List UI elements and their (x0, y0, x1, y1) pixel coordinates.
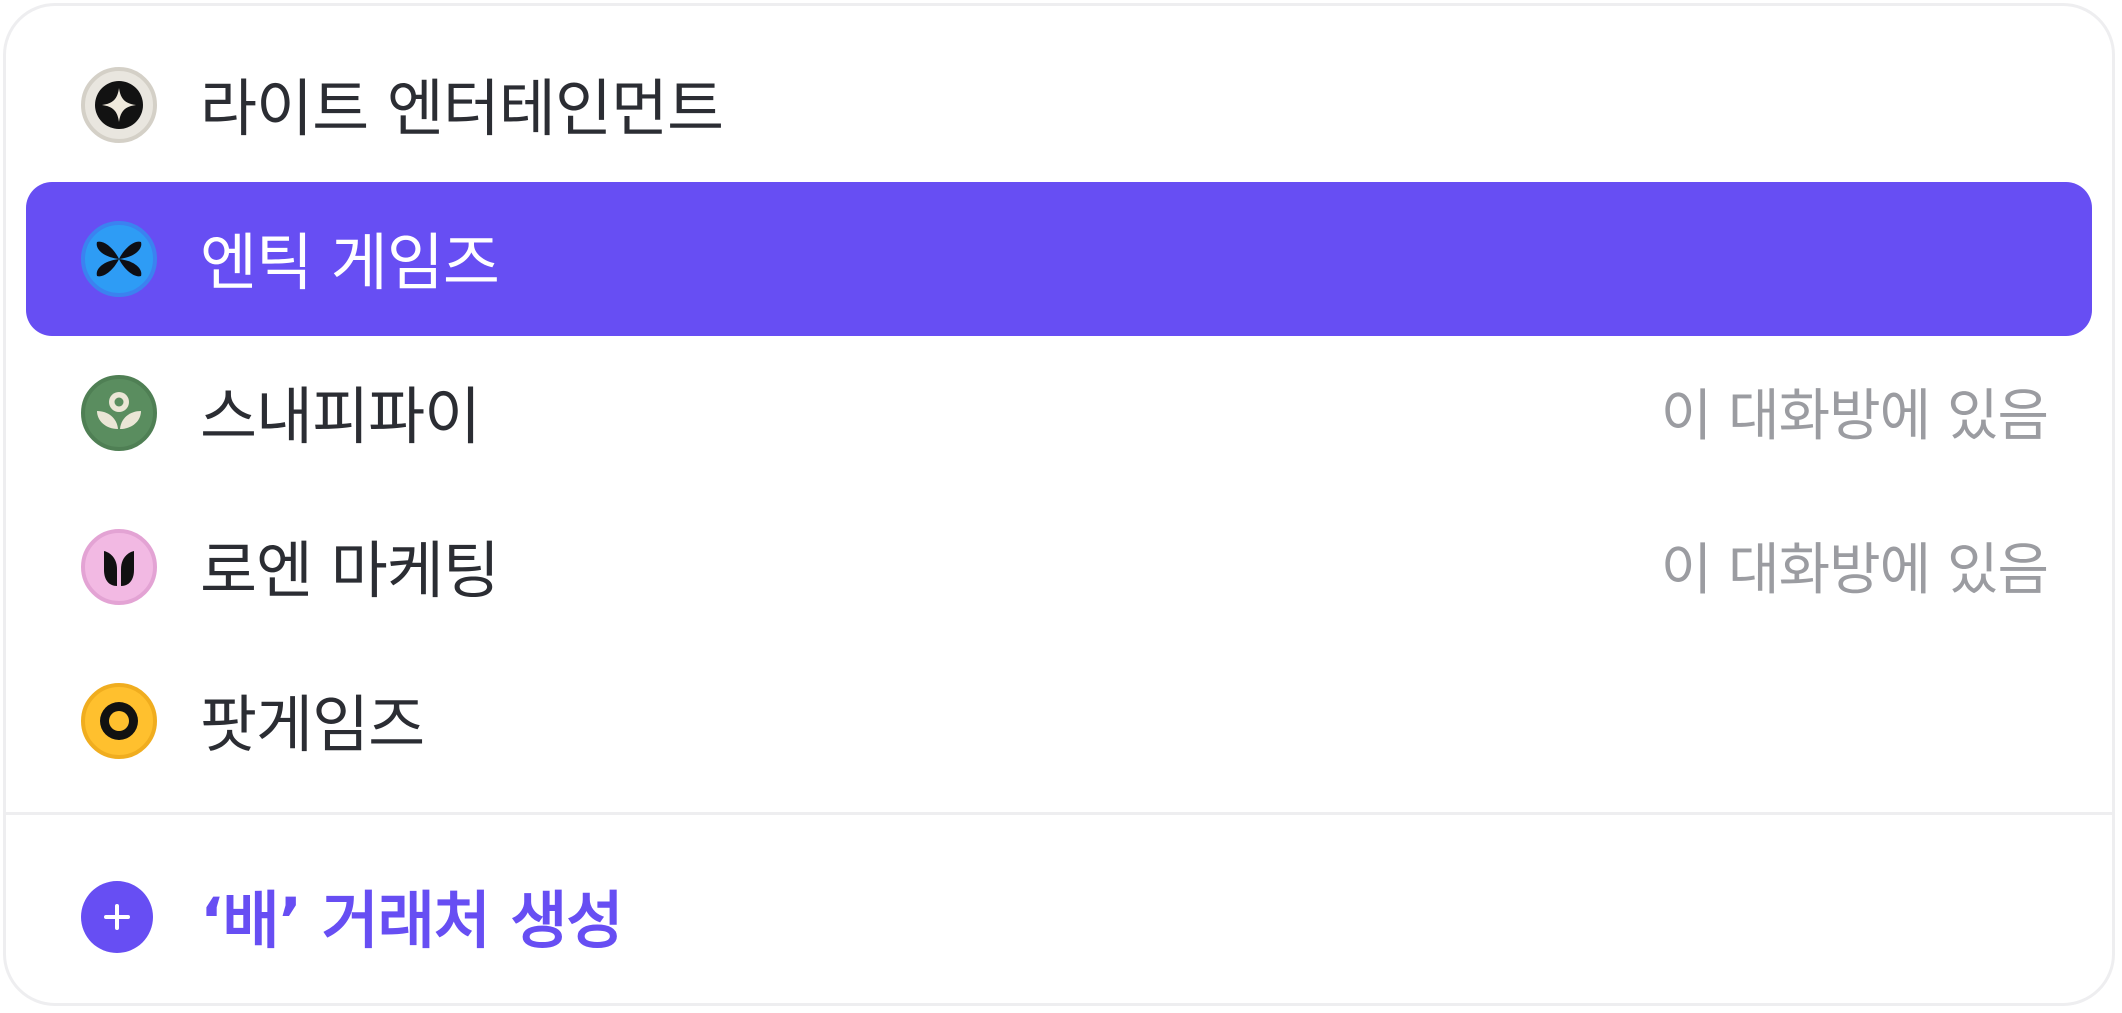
company-item-light-entertainment[interactable]: 라이트 엔터테인먼트 (26, 28, 2092, 182)
flower-icon (97, 392, 141, 429)
company-name: 팟게임즈 (200, 688, 425, 762)
company-name: 엔틱 게임즈 (200, 226, 500, 300)
company-picker-panel: 라이트 엔터테인먼트 엔틱 게임즈 스내피파이 이 대화방에 있음 로엔 마케팅… (3, 3, 2115, 1006)
company-list: 라이트 엔터테인먼트 엔틱 게임즈 스내피파이 이 대화방에 있음 로엔 마케팅… (6, 28, 2112, 798)
divider (6, 812, 2112, 815)
sparkle-icon (95, 81, 143, 129)
butterfly-icon (96, 241, 142, 277)
membership-status: 이 대화방에 있음 (1660, 383, 2049, 449)
create-company-label: ‘배’ 거래처 생성 (200, 884, 624, 958)
company-item-roen-marketing[interactable]: 로엔 마케팅 이 대화방에 있음 (26, 490, 2092, 644)
company-name: 라이트 엔터테인먼트 (200, 72, 724, 146)
company-item-pot-games[interactable]: 팟게임즈 (26, 644, 2092, 798)
company-avatar (81, 683, 157, 759)
plus-icon (81, 881, 153, 953)
company-avatar (81, 529, 157, 605)
company-avatar (81, 221, 157, 297)
company-name: 로엔 마케팅 (200, 534, 500, 608)
company-avatar (81, 67, 157, 143)
company-item-snappify[interactable]: 스내피파이 이 대화방에 있음 (26, 336, 2092, 490)
tulip-icon (104, 551, 134, 586)
company-item-entic-games[interactable]: 엔틱 게임즈 (26, 182, 2092, 336)
ring-icon (100, 702, 138, 740)
company-avatar (81, 375, 157, 451)
create-company-button[interactable]: ‘배’ 거래처 생성 (26, 842, 2092, 992)
membership-status: 이 대화방에 있음 (1660, 537, 2049, 603)
company-name: 스내피파이 (200, 380, 481, 454)
